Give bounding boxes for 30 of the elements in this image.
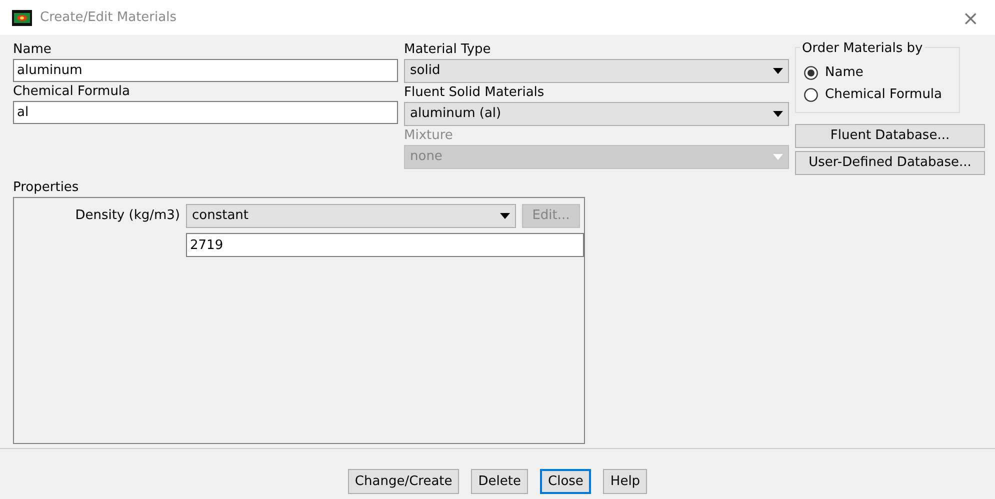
caret-icon [500, 213, 510, 219]
dropdown-label: Fluent Solid Materials [404, 84, 546, 102]
radio-label: Chemical Formula [825, 86, 942, 104]
database-button[interactable]: User-Defined Database... [795, 151, 985, 175]
dialog-button[interactable]: Delete [471, 469, 528, 494]
radio-button[interactable] [804, 66, 818, 80]
property-label: Density (kg/m3) [74, 207, 180, 225]
input-field[interactable]: 2719 [186, 233, 584, 257]
dropdown[interactable]: aluminum (al) [404, 102, 789, 126]
radio-label: Name [825, 64, 864, 82]
dropdown[interactable]: solid [404, 59, 789, 83]
radio-button[interactable] [804, 88, 818, 102]
section-label: Properties [13, 179, 80, 197]
input-field[interactable]: al [13, 101, 398, 124]
caret-icon [773, 111, 783, 117]
dropdown[interactable]: constant [186, 204, 516, 228]
window-title: Create/Edit Materials [40, 8, 176, 27]
dialog-button[interactable]: Change/Create [348, 469, 460, 494]
dialog-button[interactable]: Close [540, 469, 592, 494]
field-label: Name [13, 41, 52, 59]
input-field[interactable]: aluminum [13, 59, 398, 82]
caret-icon [773, 68, 783, 74]
database-button[interactable]: Fluent Database... [795, 124, 985, 148]
close-button[interactable]: × [958, 8, 983, 28]
app-icon [12, 10, 32, 26]
field-label: Chemical Formula [13, 83, 132, 101]
dropdown-label: Material Type [404, 41, 492, 59]
dropdown-label: Mixture [404, 127, 454, 145]
dialog-button[interactable]: Help [603, 469, 648, 494]
caret-icon [773, 154, 783, 160]
